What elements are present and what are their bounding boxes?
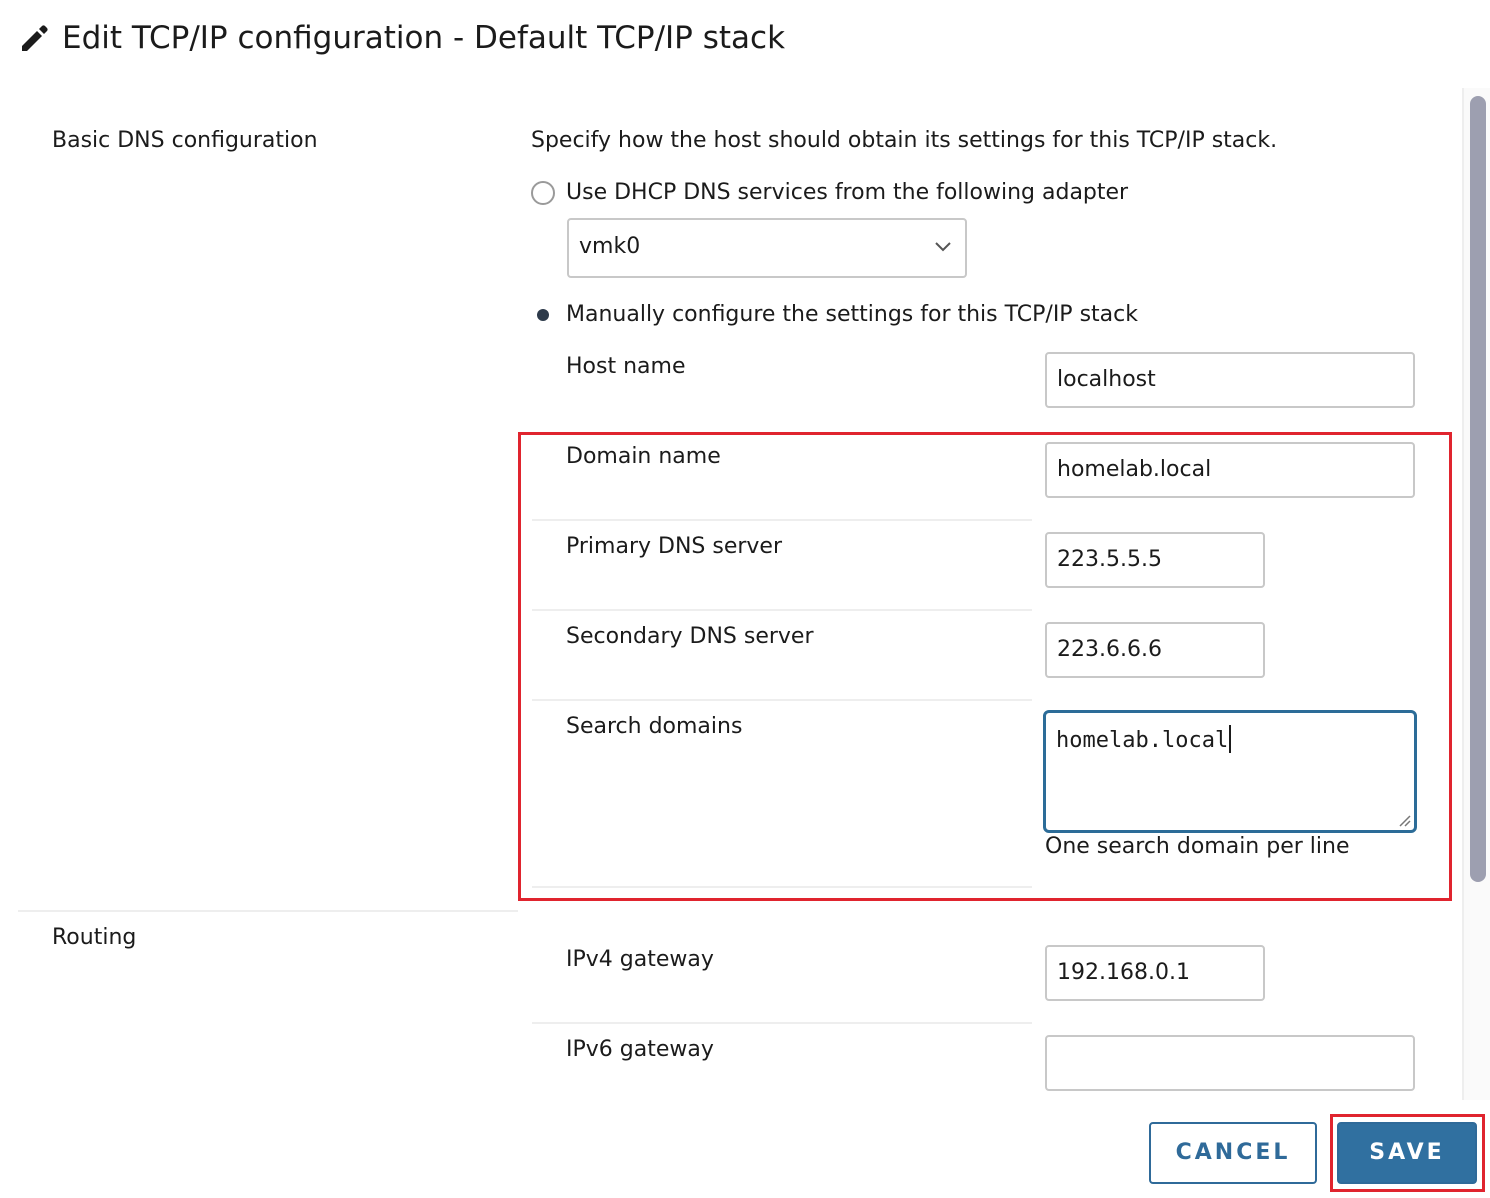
secondary-dns-input[interactable]: 223.6.6.6 bbox=[1045, 622, 1265, 678]
radio-dhcp-dns[interactable] bbox=[531, 181, 555, 205]
radio-dhcp-dns-label[interactable]: Use DHCP DNS services from the following… bbox=[566, 178, 1128, 208]
ipv6-gateway-label: IPv6 gateway bbox=[566, 1037, 714, 1062]
cancel-button[interactable]: CANCEL bbox=[1149, 1122, 1317, 1184]
radio-manual-dns[interactable] bbox=[537, 309, 549, 321]
ipv4-gateway-input[interactable]: 192.168.0.1 bbox=[1045, 945, 1265, 1001]
section-label-routing: Routing bbox=[52, 925, 137, 950]
domain-name-label: Domain name bbox=[566, 444, 721, 469]
divider bbox=[532, 1022, 1032, 1024]
host-name-input[interactable]: localhost bbox=[1045, 352, 1415, 408]
section-divider bbox=[18, 910, 518, 912]
divider bbox=[532, 699, 1032, 701]
dns-description: Specify how the host should obtain its s… bbox=[531, 128, 1278, 153]
adapter-select[interactable]: vmk0 bbox=[567, 218, 967, 278]
domain-name-input[interactable]: homelab.local bbox=[1045, 442, 1415, 498]
section-label-basic-dns: Basic DNS configuration bbox=[52, 128, 318, 153]
pencil-icon bbox=[18, 22, 50, 54]
resize-grip-icon[interactable] bbox=[1397, 813, 1411, 827]
divider bbox=[532, 609, 1032, 611]
primary-dns-input[interactable]: 223.5.5.5 bbox=[1045, 532, 1265, 588]
secondary-dns-label: Secondary DNS server bbox=[566, 624, 814, 649]
search-domains-hint: One search domain per line bbox=[1045, 834, 1350, 859]
divider bbox=[532, 519, 1032, 521]
host-name-label: Host name bbox=[566, 354, 686, 379]
dialog-title: Edit TCP/IP configuration - Default TCP/… bbox=[62, 20, 786, 56]
radio-manual-dns-label[interactable]: Manually configure the settings for this… bbox=[566, 300, 1138, 330]
adapter-select-value: vmk0 bbox=[579, 234, 641, 259]
ipv4-gateway-label: IPv4 gateway bbox=[566, 947, 714, 972]
scrollbar-thumb[interactable] bbox=[1470, 96, 1486, 882]
search-domains-value: homelab.local bbox=[1056, 728, 1229, 753]
ipv6-gateway-input[interactable] bbox=[1045, 1035, 1415, 1091]
chevron-down-icon bbox=[935, 242, 951, 252]
search-domains-label: Search domains bbox=[566, 714, 743, 739]
search-domains-textarea[interactable]: homelab.local bbox=[1043, 710, 1417, 833]
save-button[interactable]: SAVE bbox=[1337, 1122, 1477, 1184]
text-caret bbox=[1229, 725, 1232, 753]
divider bbox=[532, 886, 1032, 888]
primary-dns-label: Primary DNS server bbox=[566, 534, 783, 559]
